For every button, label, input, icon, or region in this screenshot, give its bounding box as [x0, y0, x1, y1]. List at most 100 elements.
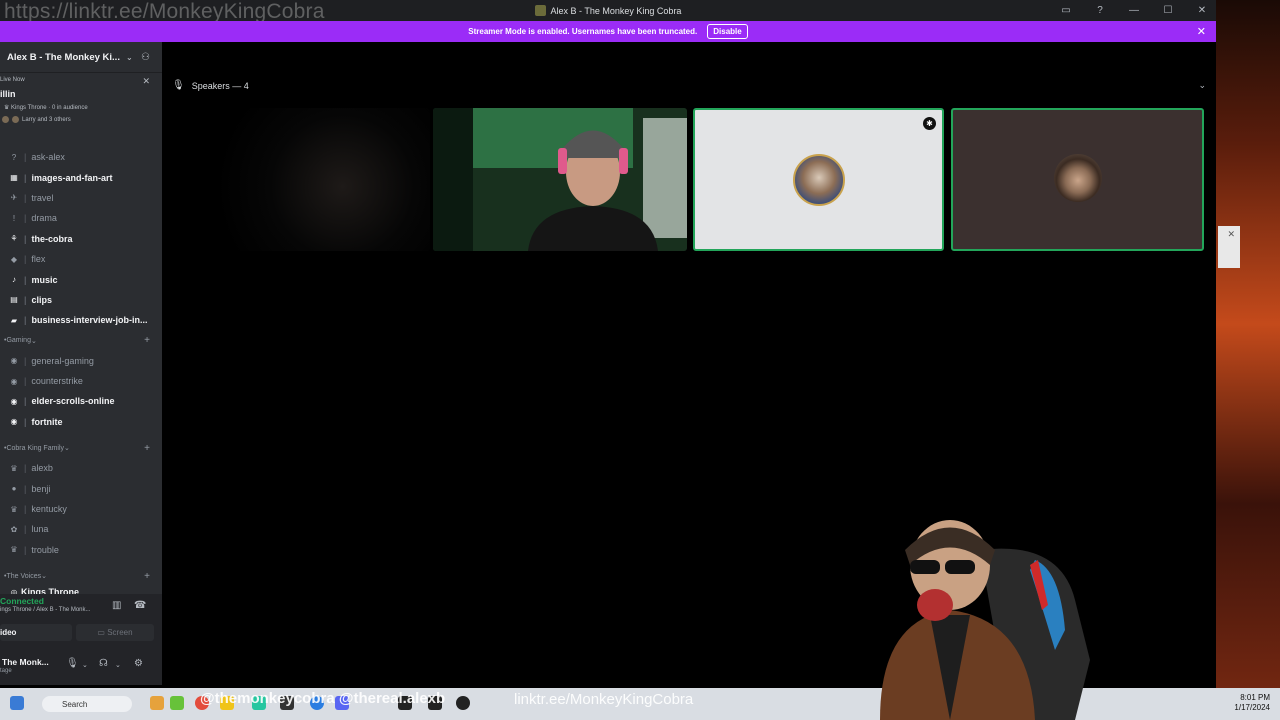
invite-people-icon[interactable]: ⚇ [141, 52, 150, 63]
add-channel-icon[interactable]: + [144, 571, 150, 582]
clock-time: 8:01 PM [1240, 693, 1270, 702]
notification-popup[interactable]: ✕ [1218, 226, 1240, 268]
channel-item[interactable]: ✿ | luna [0, 519, 162, 539]
channel-item[interactable]: ⚘ | the-cobra [0, 229, 162, 249]
crown-icon: ♛ [4, 105, 12, 111]
live-stage-card[interactable]: Live Now ✕ illin ♛ Kings Throne · 0 in a… [0, 73, 162, 147]
channel-separator: | [24, 544, 27, 555]
close-icon[interactable]: ✕ [142, 76, 150, 87]
taskbar-search[interactable]: Search [42, 696, 132, 712]
maximize-button[interactable]: ☐ [1162, 5, 1174, 16]
username[interactable]: The Monk... [2, 657, 49, 667]
channel-name: flex [31, 254, 46, 265]
channel-name: general-gaming [31, 355, 94, 366]
channel-item[interactable]: ♪ | music [0, 269, 162, 289]
channel-icon: ♛ [10, 463, 18, 473]
channel-name: ask-alex [31, 152, 65, 163]
microphone-icon[interactable]: 🎙︎ [66, 658, 79, 669]
live-now-label: Live Now [0, 77, 25, 83]
screen-share-icon: ▭ [97, 628, 108, 637]
channel-item[interactable]: ♛ | trouble [0, 540, 162, 560]
category-cobra-king-family[interactable]: • Cobra King Family ⌄ + [0, 438, 162, 458]
channel-icon: ▤ [10, 295, 18, 305]
channel-separator: | [24, 152, 27, 163]
channel-icon: ♪ [12, 275, 16, 285]
screen-share-button[interactable]: ▭ Screen [76, 624, 154, 641]
video-button[interactable]: ideo [0, 624, 72, 641]
clock-date: 1/17/2024 [1234, 703, 1270, 712]
channel-separator: | [24, 172, 27, 183]
channel-icon: ◉ [10, 356, 18, 366]
channel-item[interactable]: ◉ | counterstrike [0, 371, 162, 391]
channel-item[interactable]: ▤ | clips [0, 290, 162, 310]
channel-separator: | [24, 213, 27, 224]
channel-icon: ◉ [10, 376, 18, 386]
channel-separator: | [24, 254, 27, 265]
channel-item[interactable]: ◉ | general-gaming [0, 351, 162, 371]
channel-item[interactable]: ◉ | elder-scrolls-online [0, 391, 162, 411]
close-icon[interactable]: ✕ [1197, 25, 1206, 38]
channel-item[interactable]: ▦ | images-and-fan-art [0, 167, 162, 187]
start-icon[interactable] [10, 696, 24, 710]
channel-item[interactable]: ♛ | alexb [0, 458, 162, 478]
channel-icon: ✈ [10, 193, 18, 203]
channel-item[interactable]: ♛ | kentucky [0, 499, 162, 519]
channel-item[interactable]: ◉ | fortnite [0, 412, 162, 432]
close-icon[interactable]: ✕ [1227, 229, 1235, 240]
voice-connection-panel: Connected ings Throne / Alex B - The Mon… [0, 594, 162, 685]
channel-name: elder-scrolls-online [31, 396, 115, 407]
channel-separator: | [24, 524, 27, 535]
streamer-mode-banner: Streamer Mode is enabled. Usernames have… [0, 21, 1216, 42]
add-channel-icon[interactable]: + [144, 335, 150, 346]
category-the-voices[interactable]: • The Voices ⌄ + [0, 566, 162, 586]
help-icon[interactable]: ? [1094, 5, 1106, 16]
channel-name: trouble [31, 544, 59, 555]
noise-suppression-icon[interactable]: ▥ [112, 600, 121, 611]
app-icon[interactable] [170, 696, 184, 710]
speaker-tile-3[interactable]: ✱ [693, 108, 944, 251]
channel-item[interactable]: ? | ask-alex [0, 147, 162, 167]
app-icon[interactable] [150, 696, 164, 710]
speaker-tile-1[interactable] [180, 108, 430, 251]
channel-separator: | [24, 274, 27, 285]
obs-icon[interactable] [456, 696, 470, 710]
channel-name: luna [31, 524, 49, 535]
channel-item[interactable]: ◆ | flex [0, 249, 162, 269]
channel-item[interactable]: ✈ | travel [0, 188, 162, 208]
minimize-button[interactable]: — [1128, 5, 1140, 16]
speaker-tile-4[interactable] [951, 108, 1204, 251]
channel-icon: ! [12, 213, 16, 223]
streamer-webcam-overlay [880, 520, 1090, 720]
system-clock[interactable]: 8:01 PM 1/17/2024 [1234, 693, 1270, 713]
channel-name: business-interview-job-in... [31, 315, 148, 326]
channel-name: kentucky [31, 504, 67, 515]
stream-overlay-link: linktr.ee/MonkeyKingCobra [514, 691, 694, 708]
speaker-tile-2-video[interactable] [433, 108, 687, 251]
channel-icon: ▰ [10, 315, 18, 325]
channel-list-family: ♛ | alexb ● | benji ♛ | kentucky ✿ | luna ♛ | trouble [0, 458, 162, 560]
channel-item[interactable]: ! | drama [0, 208, 162, 228]
server-header[interactable]: Alex B - The Monkey Ki... ⌄ ⚇ [0, 42, 162, 73]
server-name: Alex B - The Monkey Ki... [7, 51, 120, 63]
window-controls: ▭ ? — ☐ ✕ [1060, 0, 1208, 21]
channel-separator: | [24, 355, 27, 366]
headphones-icon[interactable]: ☊ [99, 658, 108, 669]
category-gaming[interactable]: • Gaming ⌄ + [0, 331, 162, 351]
disable-streamer-mode-button[interactable]: Disable [707, 24, 748, 39]
gear-icon[interactable]: ⚙ [134, 658, 143, 669]
chevron-down-icon[interactable]: ⌄ [115, 661, 121, 669]
channel-item[interactable]: ▰ | business-interview-job-in... [0, 310, 162, 330]
chevron-down-icon[interactable]: ⌄ [82, 661, 88, 669]
inbox-icon[interactable]: ▭ [1060, 5, 1072, 16]
channel-item[interactable]: ● | benji [0, 478, 162, 498]
channel-icon: ✿ [10, 524, 18, 534]
avatar [1054, 154, 1102, 202]
chevron-down-icon[interactable]: ⌄ [1198, 80, 1206, 91]
disconnect-icon[interactable]: ☎ [134, 600, 146, 611]
channel-name: music [31, 274, 58, 285]
user-status: tage [0, 668, 12, 674]
add-channel-icon[interactable]: + [144, 443, 150, 454]
channel-name: images-and-fan-art [31, 172, 113, 183]
close-window-button[interactable]: ✕ [1196, 5, 1208, 16]
channel-name: clips [31, 294, 53, 305]
